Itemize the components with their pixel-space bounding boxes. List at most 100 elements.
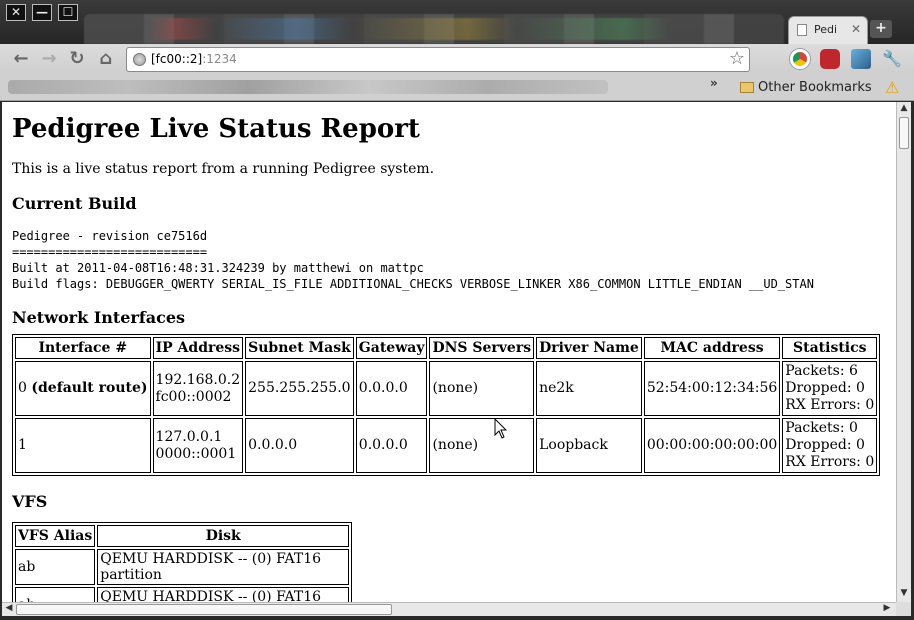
gateway-cell: 0.0.0.0 <box>355 418 428 473</box>
mac-cell: 00:00:00:00:00:00 <box>643 418 781 473</box>
horizontal-scrollbar[interactable]: ◀ ▶ <box>2 602 896 616</box>
stats-cell: Packets: 6 Dropped: 0 RX Errors: 0 <box>782 361 878 416</box>
stat-rx-errors: RX Errors: 0 <box>785 397 875 413</box>
ip-cell: 127.0.0.1 0000::0001 <box>152 418 244 473</box>
extension-icon[interactable] <box>851 49 871 69</box>
vfs-disk-cell: QEMU HARDDISK -- (0) FAT16 partition <box>97 549 350 585</box>
scroll-right-arrow-icon[interactable]: ▶ <box>880 603 894 613</box>
dns-cell: (none) <box>429 361 535 416</box>
intro-text: This is a live status report from a runn… <box>12 161 435 177</box>
interface-number: 0 <box>18 380 27 396</box>
toolbar: ← → ↻ ⌂ [fc00::2]:1234 ☆ 🔧 <box>0 44 914 74</box>
column-header: IP Address <box>152 337 244 359</box>
mac-cell: 52:54:00:12:34:56 <box>643 361 781 416</box>
tab-active[interactable]: Pedi ✕ <box>788 16 868 44</box>
adblock-icon[interactable] <box>820 49 840 69</box>
driver-cell: ne2k <box>536 361 642 416</box>
new-tab-button[interactable]: + <box>870 20 892 38</box>
stats-cell: Packets: 0 Dropped: 0 RX Errors: 0 <box>782 418 878 473</box>
window-maximize-button[interactable]: ☐ <box>58 4 78 21</box>
column-header: Interface # <box>15 337 151 359</box>
horizontal-scroll-thumb[interactable] <box>16 604 392 615</box>
page-content: Pedigree Live Status Report This is a li… <box>12 102 896 602</box>
vfs-alias-cell: ab <box>15 549 96 585</box>
url-text[interactable]: [fc00::2]:1234 <box>151 52 237 66</box>
ip-v4: 192.168.0.2 <box>155 371 241 388</box>
gateway-cell: 0.0.0.0 <box>355 361 428 416</box>
driver-cell: Loopback <box>536 418 642 473</box>
build-heading: Current Build <box>12 194 137 213</box>
page-title: Pedigree Live Status Report <box>12 114 420 144</box>
vfs-disk-cell: QEMU HARDDISK -- (0) FAT16 partition <box>97 587 350 602</box>
network-table: Interface # IP Address Subnet Mask Gatew… <box>12 334 881 476</box>
column-header: DNS Servers <box>429 337 535 359</box>
browser-window: ✕ — ☐ Pedi ✕ + ← → ↻ ⌂ [fc00::2]:1234 ☆ … <box>0 0 914 620</box>
build-line: =========================== <box>12 245 208 259</box>
scroll-left-arrow-icon[interactable]: ◀ <box>2 603 16 613</box>
dns-cell: (none) <box>429 418 535 473</box>
build-info: Pedigree - revision ce7516d ============… <box>12 228 896 292</box>
ip-cell: 192.168.0.2 fc00::0002 <box>152 361 244 416</box>
interface-number: 1 <box>18 437 27 453</box>
vfs-table: VFS Alias Disk ab QEMU HARDDISK -- (0) F… <box>12 522 353 602</box>
stat-dropped: Dropped: 0 <box>785 437 865 453</box>
table-header-row: Interface # IP Address Subnet Mask Gatew… <box>15 337 878 359</box>
column-header: MAC address <box>643 337 781 359</box>
reload-icon[interactable]: ↻ <box>66 48 88 70</box>
stat-dropped: Dropped: 0 <box>785 380 865 396</box>
bookmark-star-icon[interactable]: ☆ <box>729 48 745 69</box>
wrench-icon[interactable]: 🔧 <box>881 48 903 70</box>
interface-note: (default route) <box>31 380 148 396</box>
table-row: ab QEMU HARDDISK -- (0) FAT16 partition <box>15 549 350 585</box>
vfs-alias-cell: ab <box>15 587 96 602</box>
build-line: Pedigree - revision ce7516d <box>12 229 208 243</box>
subnet-cell: 0.0.0.0 <box>245 418 354 473</box>
scroll-up-arrow-icon[interactable]: ▲ <box>897 103 911 113</box>
tab-title: Pedi <box>814 23 838 36</box>
window-minimize-button[interactable]: — <box>32 4 52 21</box>
build-line: Build flags: DEBUGGER_QWERTY SERIAL_IS_F… <box>12 277 814 291</box>
build-line: Built at 2011-04-08T16:48:31.324239 by m… <box>12 261 424 275</box>
ip-v6: fc00::0002 <box>155 388 232 405</box>
tab-close-icon[interactable]: ✕ <box>851 22 861 36</box>
address-bar[interactable]: [fc00::2]:1234 ☆ <box>126 47 750 72</box>
url-host: [fc00::2] <box>151 52 203 66</box>
network-heading: Network Interfaces <box>12 308 186 327</box>
stat-rx-errors: RX Errors: 0 <box>785 454 875 470</box>
folder-icon <box>740 82 754 93</box>
bookmarks-bar: » Other Bookmarks ⚠ <box>0 74 914 101</box>
scrollbar-corner <box>896 602 911 616</box>
stat-packets: Packets: 0 <box>785 420 858 436</box>
column-header: Gateway <box>355 337 428 359</box>
tab-strip: ✕ — ☐ Pedi ✕ + <box>0 0 914 44</box>
stat-packets: Packets: 6 <box>785 363 858 379</box>
column-header: VFS Alias <box>15 525 96 547</box>
ip-v6: 0000::0001 <box>155 445 237 462</box>
scroll-down-arrow-icon[interactable]: ▼ <box>897 588 911 598</box>
column-header: Subnet Mask <box>245 337 354 359</box>
other-bookmarks-button[interactable]: Other Bookmarks <box>758 80 872 95</box>
interface-cell: 1 <box>15 418 151 473</box>
vertical-scroll-thumb[interactable] <box>899 117 909 149</box>
globe-icon <box>133 53 146 66</box>
table-header-row: VFS Alias Disk <box>15 525 350 547</box>
ip-v4: 127.0.0.1 <box>155 428 223 445</box>
warning-icon[interactable]: ⚠ <box>885 78 899 97</box>
background-tabs[interactable] <box>84 14 784 44</box>
bookmarks-overflow-chevron[interactable]: » <box>710 76 718 90</box>
bookmark-items[interactable] <box>8 80 608 94</box>
forward-arrow-icon[interactable]: → <box>38 48 60 70</box>
window-close-button[interactable]: ✕ <box>6 4 26 21</box>
table-row: ab QEMU HARDDISK -- (0) FAT16 partition <box>15 587 350 602</box>
interface-cell: 0 (default route) <box>15 361 151 416</box>
url-port: :1234 <box>202 52 237 66</box>
chrome-icon[interactable] <box>790 49 810 69</box>
home-icon[interactable]: ⌂ <box>95 48 117 70</box>
column-header: Driver Name <box>536 337 642 359</box>
vfs-heading: VFS <box>12 492 48 511</box>
column-header: Statistics <box>782 337 878 359</box>
vertical-scrollbar[interactable]: ▲ ▼ <box>896 102 911 602</box>
subnet-cell: 255.255.255.0 <box>245 361 354 416</box>
column-header: Disk <box>97 525 350 547</box>
back-arrow-icon[interactable]: ← <box>10 48 32 70</box>
